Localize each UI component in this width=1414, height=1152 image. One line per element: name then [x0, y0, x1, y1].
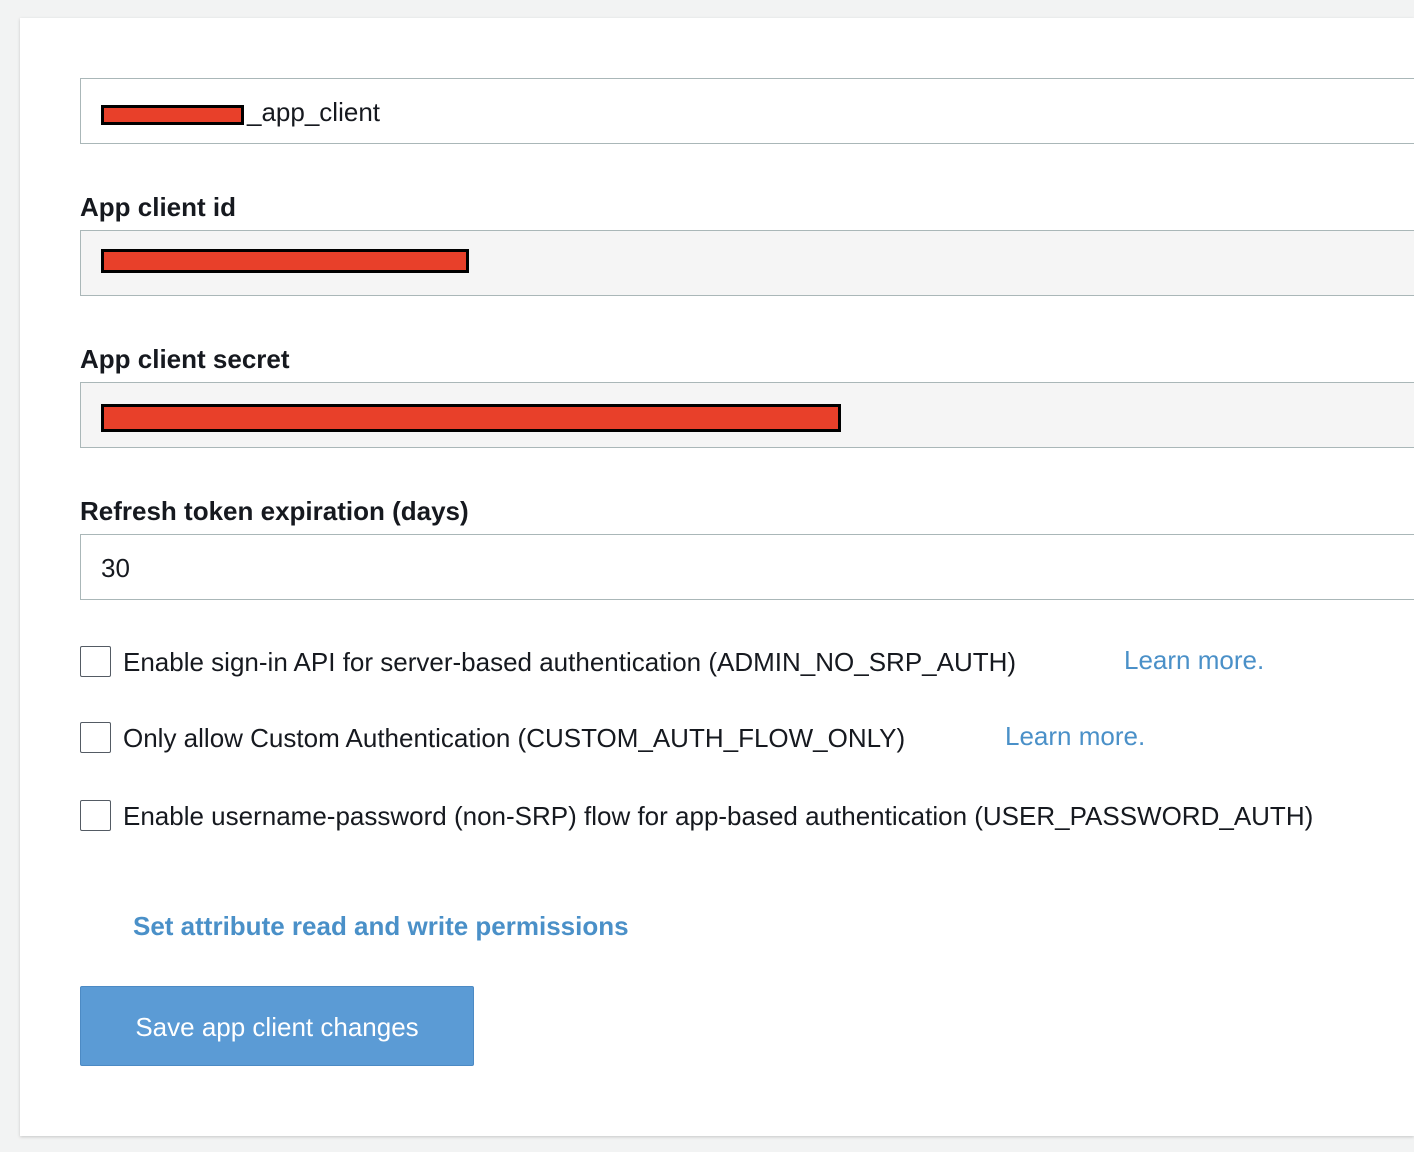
app-client-name-input[interactable]: _app_client [80, 78, 1414, 144]
user-password-auth-checkbox[interactable] [80, 800, 111, 831]
app-client-secret-label: App client secret [80, 344, 290, 374]
app-client-id-label: App client id [80, 192, 236, 222]
app-client-id-field [80, 230, 1414, 296]
admin-no-srp-auth-learn-more-link[interactable]: Learn more. [1124, 644, 1264, 676]
custom-auth-flow-only-learn-more-link[interactable]: Learn more. [1005, 720, 1145, 752]
save-app-client-changes-button[interactable]: Save app client changes [80, 986, 474, 1066]
user-password-auth-label: Enable username-password (non-SRP) flow … [123, 801, 1314, 831]
redacted-client-secret [101, 404, 841, 432]
admin-no-srp-auth-checkbox[interactable] [80, 646, 111, 677]
app-client-name-value: _app_client [247, 97, 380, 127]
redacted-name-prefix [101, 105, 244, 125]
admin-no-srp-auth-label: Enable sign-in API for server-based auth… [123, 647, 1017, 677]
set-attribute-permissions-link[interactable]: Set attribute read and write permissions [133, 910, 629, 942]
refresh-token-expiration-value: 30 [101, 553, 130, 583]
refresh-token-expiration-label: Refresh token expiration (days) [80, 496, 469, 526]
app-client-secret-field [80, 382, 1414, 448]
custom-auth-flow-only-checkbox[interactable] [80, 722, 111, 753]
refresh-token-expiration-input[interactable]: 30 [80, 534, 1414, 600]
redacted-client-id [101, 249, 469, 273]
custom-auth-flow-only-label: Only allow Custom Authentication (CUSTOM… [123, 723, 906, 753]
